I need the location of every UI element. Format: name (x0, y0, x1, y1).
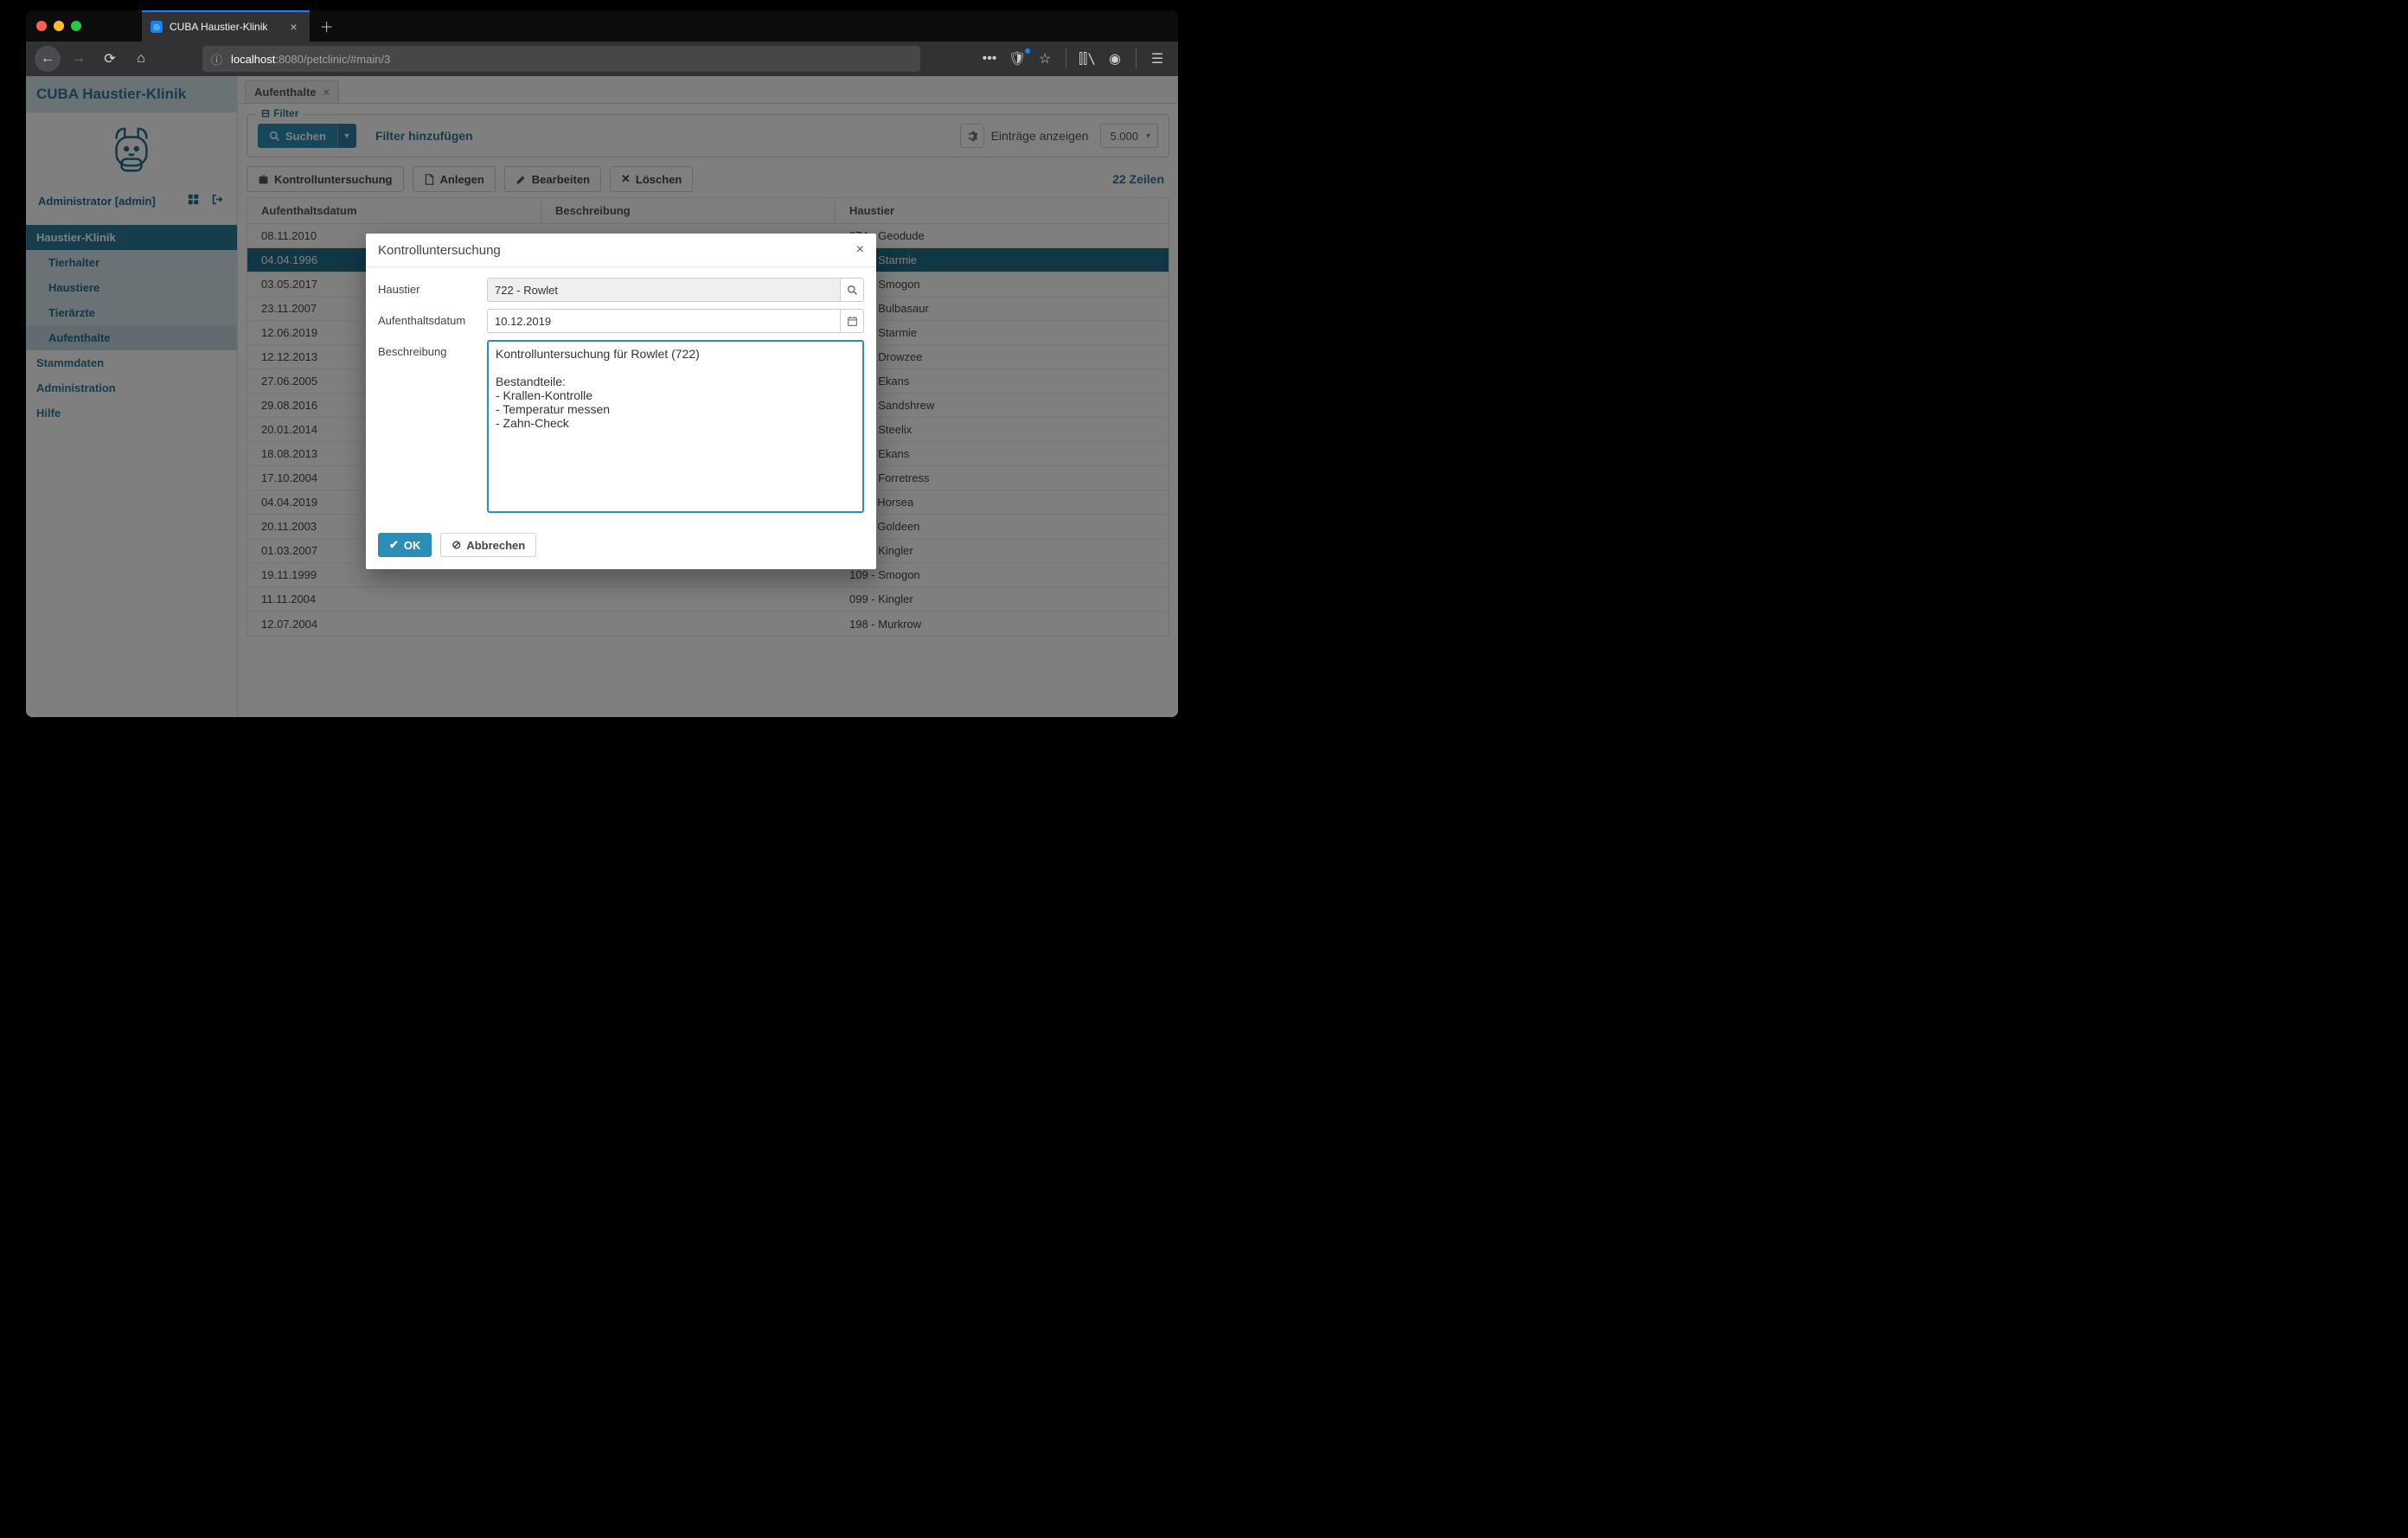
haustier-lookup-button[interactable] (840, 278, 864, 302)
window-minimize-dot[interactable] (54, 21, 64, 31)
page-actions-icon[interactable]: ••• (977, 51, 1002, 67)
dialog-header: Kontrolluntersuchung × (366, 234, 876, 267)
window-maximize-dot[interactable] (71, 21, 81, 31)
beschreibung-label: Beschreibung (378, 340, 487, 358)
tracking-protection-icon[interactable]: 🛡 (1005, 50, 1029, 67)
kontrolluntersuchung-dialog: Kontrolluntersuchung × Haustier Aufentha… (366, 234, 876, 569)
datum-picker (487, 309, 864, 333)
check-icon: ✔ (389, 538, 399, 552)
tab-close-icon[interactable]: × (290, 20, 297, 34)
ok-button[interactable]: ✔ OK (378, 533, 432, 557)
dialog-title: Kontrolluntersuchung (378, 243, 501, 258)
calendar-icon (847, 316, 858, 327)
datum-calendar-button[interactable] (840, 309, 864, 333)
bookmark-star-icon[interactable]: ☆ (1033, 50, 1057, 67)
tab-bar: ◎ CUBA Haustier-Klinik × ＋ (26, 10, 1178, 42)
dialog-actions: ✔ OK ⊘ Abbrechen (366, 528, 876, 559)
site-info-icon[interactable]: ⓘ (211, 51, 222, 67)
datum-input[interactable] (487, 309, 840, 333)
url-path: :8080/petclinic/#main/3 (275, 53, 390, 66)
cancel-label: Abbrechen (466, 539, 525, 552)
browser-tab[interactable]: ◎ CUBA Haustier-Klinik × (142, 10, 310, 42)
dialog-body: Haustier Aufenthaltsdatum (366, 267, 876, 528)
search-icon (847, 285, 858, 296)
window-controls (36, 21, 81, 31)
browser-window: ◎ CUBA Haustier-Klinik × ＋ ← → ⟳ ⌂ ⓘ loc… (26, 10, 1178, 717)
hamburger-menu-icon[interactable]: ☰ (1145, 50, 1169, 67)
window-close-dot[interactable] (36, 21, 47, 31)
haustier-label: Haustier (378, 278, 487, 296)
cancel-button[interactable]: ⊘ Abbrechen (440, 533, 536, 557)
url-host: localhost (231, 53, 275, 66)
haustier-input[interactable] (487, 278, 840, 302)
tab-title: CUBA Haustier-Klinik (170, 21, 267, 33)
beschreibung-textarea[interactable] (487, 340, 864, 513)
browser-toolbar-right: ••• 🛡 ☆ ⫿⫿\ ◉ ☰ (977, 48, 1169, 69)
profile-icon[interactable]: ◉ (1103, 50, 1127, 67)
nav-reload-button[interactable]: ⟳ (97, 46, 123, 72)
new-tab-button[interactable]: ＋ (310, 16, 344, 36)
prohibit-icon: ⊘ (452, 538, 461, 552)
dialog-close-icon[interactable]: × (856, 242, 864, 258)
ok-label: OK (404, 539, 421, 552)
tab-favicon: ◎ (150, 21, 163, 33)
nav-home-button[interactable]: ⌂ (128, 46, 154, 72)
nav-forward-button[interactable]: → (66, 46, 92, 72)
url-input[interactable]: ⓘ localhost:8080/petclinic/#main/3 (202, 46, 920, 72)
datum-label: Aufenthaltsdatum (378, 309, 487, 327)
haustier-picker (487, 278, 864, 302)
library-icon[interactable]: ⫿⫿\ (1075, 50, 1099, 67)
address-bar: ← → ⟳ ⌂ ⓘ localhost:8080/petclinic/#main… (26, 42, 1178, 76)
nav-back-button[interactable]: ← (35, 46, 61, 72)
